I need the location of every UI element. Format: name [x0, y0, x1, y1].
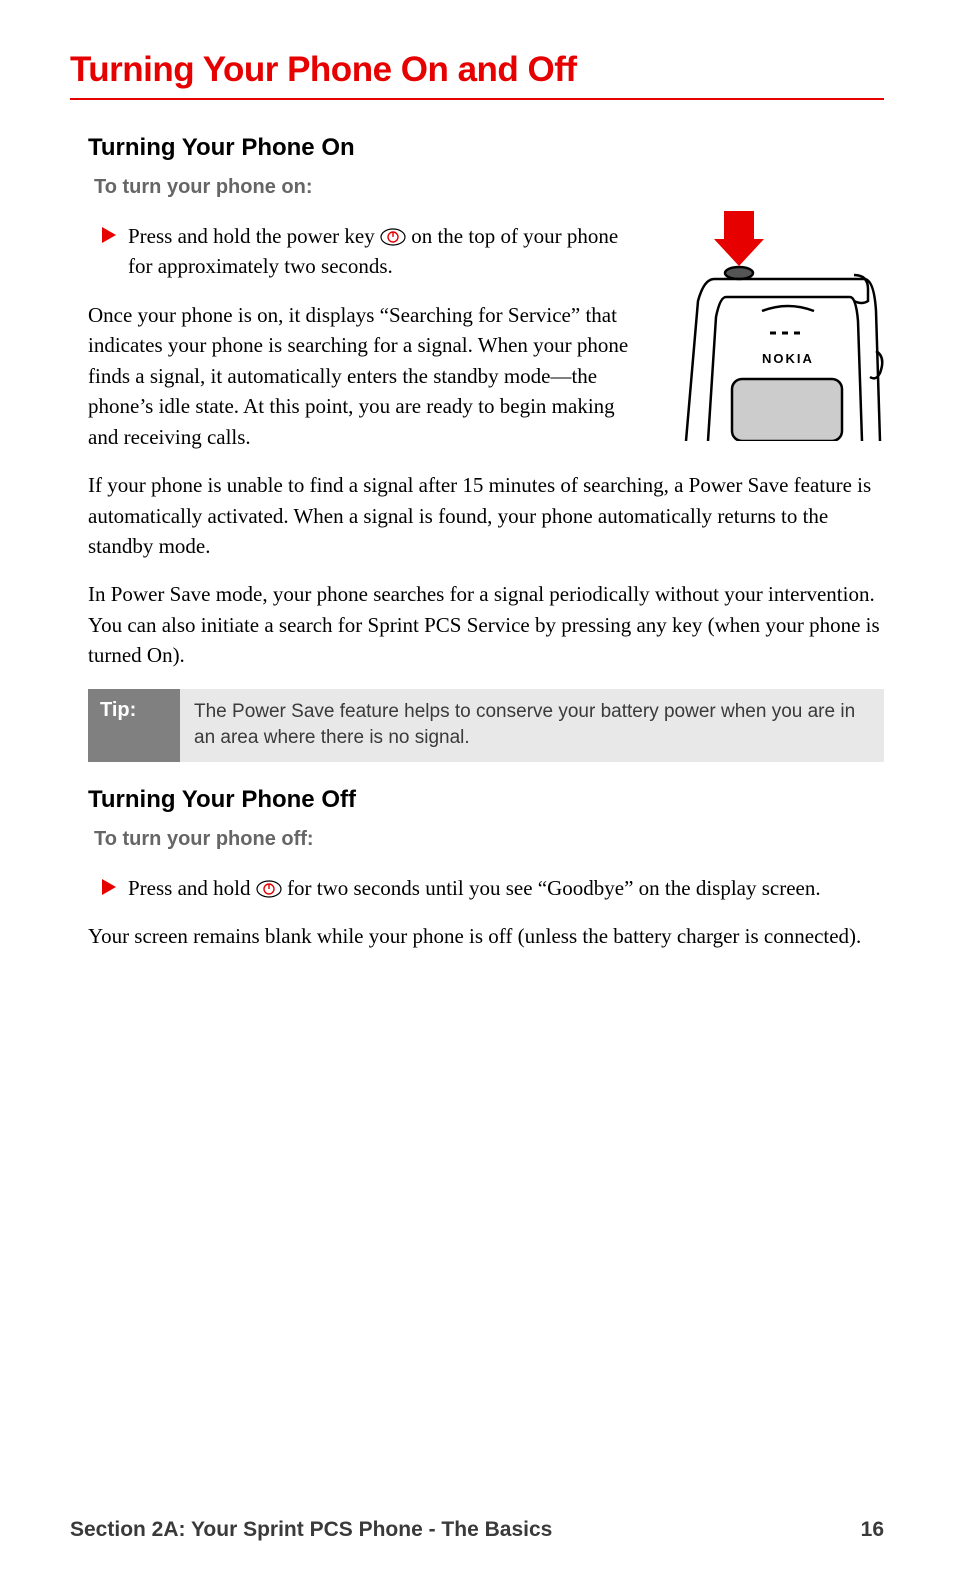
- heading-turn-on: Turning Your Phone On: [88, 134, 884, 162]
- bullet-off-pre: Press and hold: [128, 876, 256, 900]
- power-key-icon: [380, 224, 406, 242]
- bullet-text-pre: Press and hold the power key: [128, 224, 380, 248]
- red-arrow-icon: [102, 879, 116, 895]
- heading-turn-off: Turning Your Phone Off: [88, 786, 884, 814]
- paragraph-powersave-1: If your phone is unable to find a signal…: [88, 470, 884, 561]
- footer-page-number: 16: [861, 1518, 884, 1542]
- bullet-turn-off: Press and hold for two seconds until you…: [88, 873, 884, 903]
- footer-section: Section 2A: Your Sprint PCS Phone - The …: [70, 1518, 552, 1542]
- power-key-icon: [256, 876, 282, 894]
- bullet-off-post: for two seconds until you see “Goodbye” …: [287, 876, 821, 900]
- tip-callout: Tip: The Power Save feature helps to con…: [88, 689, 884, 762]
- red-arrow-icon: [102, 227, 116, 243]
- tip-label: Tip:: [88, 689, 180, 762]
- paragraph-powersave-2: In Power Save mode, your phone searches …: [88, 579, 884, 670]
- paragraph-off: Your screen remains blank while your pho…: [88, 921, 884, 951]
- tip-text: The Power Save feature helps to conserve…: [180, 689, 884, 762]
- page-footer: Section 2A: Your Sprint PCS Phone - The …: [70, 1518, 884, 1542]
- lead-turn-off: To turn your phone off:: [88, 828, 884, 851]
- lead-turn-on: To turn your phone on:: [88, 176, 884, 199]
- bullet-turn-on: Press and hold the power key on the top …: [88, 221, 884, 282]
- phone-brand-label: NOKIA: [762, 351, 814, 366]
- page-title: Turning Your Phone On and Off: [70, 50, 884, 100]
